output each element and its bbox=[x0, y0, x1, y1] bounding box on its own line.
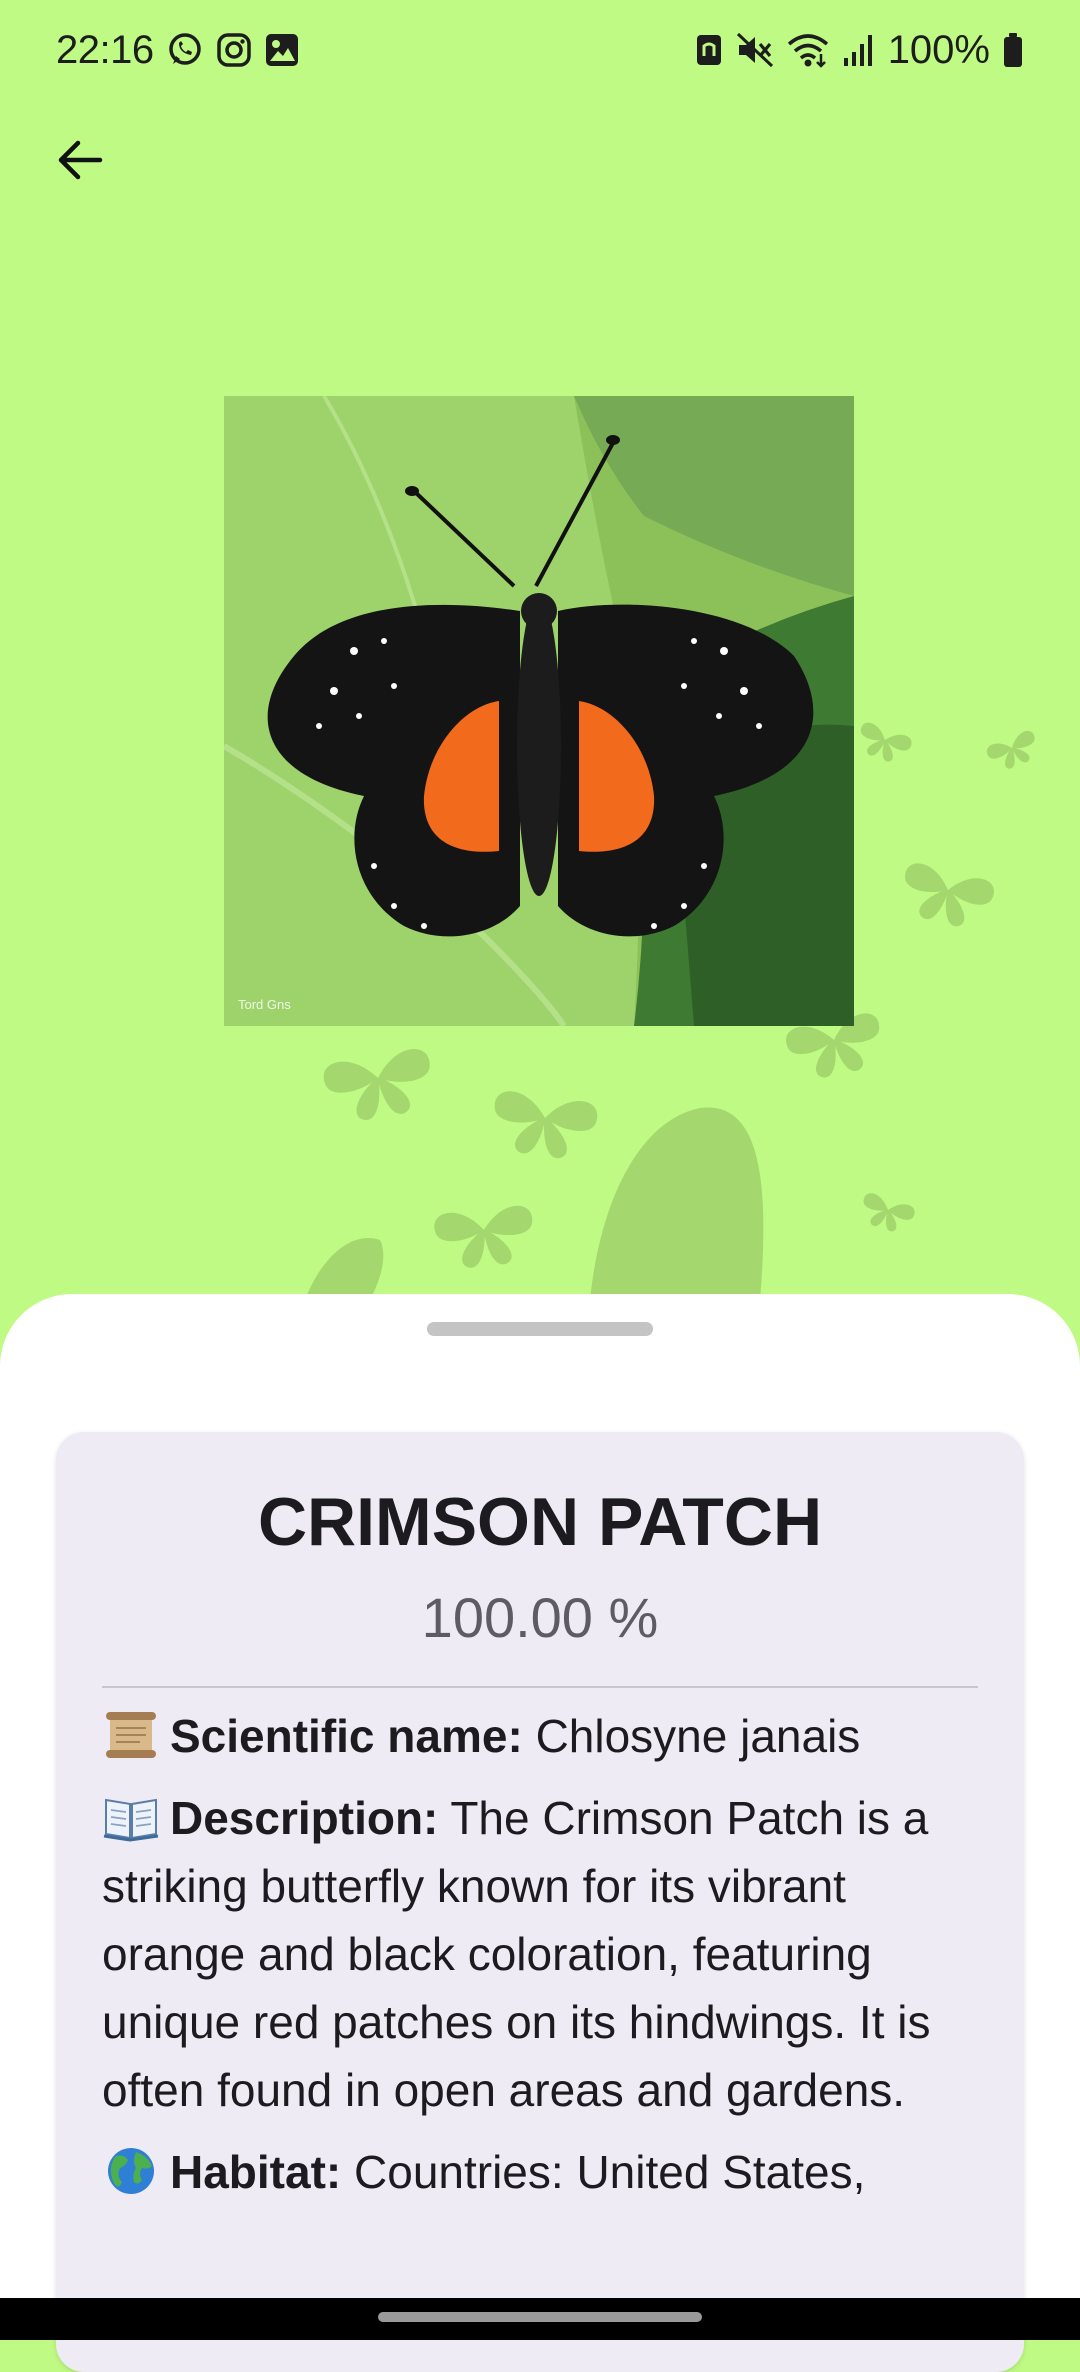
scientific-name-value: Chlosyne janais bbox=[535, 1710, 861, 1762]
instagram-icon bbox=[216, 32, 252, 68]
book-icon bbox=[103, 1798, 159, 1842]
status-left: 22:16 bbox=[56, 28, 300, 73]
habitat-label: Habitat: bbox=[170, 2146, 342, 2198]
description-row: Description: The Crimson Patch is a stri… bbox=[102, 1784, 978, 2124]
mute-icon bbox=[736, 32, 774, 68]
bottom-sheet: CRIMSON PATCH 100.00 % Scientific name: … bbox=[0, 1294, 1080, 2372]
signal-icon bbox=[842, 32, 876, 68]
gallery-icon bbox=[264, 32, 300, 68]
nfc-icon bbox=[694, 32, 724, 68]
species-name: CRIMSON PATCH bbox=[257, 1484, 823, 1560]
scientific-name-row: Scientific name: Chlosyne janais bbox=[102, 1702, 978, 1770]
photo-watermark: Tord Gns bbox=[238, 997, 291, 1012]
description-label: Description: bbox=[170, 1792, 439, 1844]
drag-handle[interactable] bbox=[427, 1322, 653, 1336]
arrow-left-icon bbox=[58, 140, 103, 180]
navigation-bar bbox=[0, 2298, 1080, 2340]
wifi-icon bbox=[786, 32, 830, 68]
back-button[interactable] bbox=[40, 120, 120, 200]
info-card: CRIMSON PATCH 100.00 % Scientific name: … bbox=[56, 1432, 1024, 2372]
habitat-value: Countries: United States, bbox=[354, 2146, 866, 2198]
globe-icon bbox=[108, 2148, 154, 2194]
status-time: 22:16 bbox=[56, 27, 154, 72]
status-right: 100% bbox=[694, 28, 1024, 73]
divider bbox=[102, 1686, 978, 1688]
scroll-icon bbox=[106, 1712, 156, 1758]
confidence-score: 100.00 % bbox=[421, 1586, 659, 1649]
battery-percentage: 100% bbox=[887, 27, 990, 72]
status-bar: 22:16 100% bbox=[0, 0, 1080, 100]
whatsapp-icon bbox=[166, 31, 204, 69]
habitat-row: Habitat: Countries: United States, bbox=[102, 2138, 978, 2206]
battery-icon bbox=[1002, 32, 1024, 68]
butterfly-photo: Tord Gns bbox=[224, 396, 854, 1026]
home-gesture-handle[interactable] bbox=[378, 2312, 702, 2322]
scientific-name-label: Scientific name: bbox=[170, 1710, 523, 1762]
